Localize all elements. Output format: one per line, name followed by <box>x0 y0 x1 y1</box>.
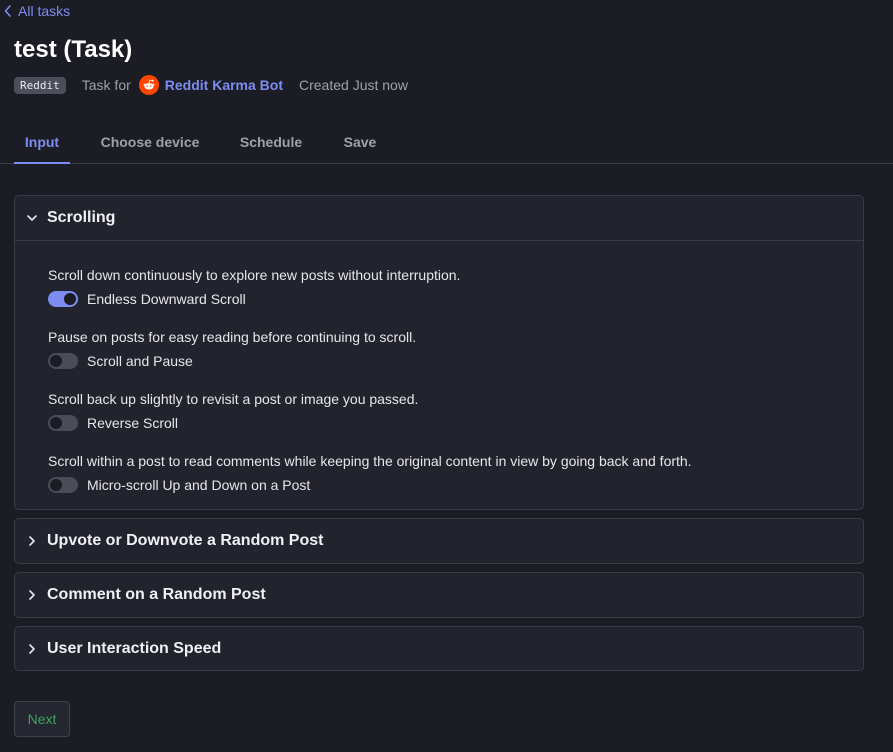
chevron-right-icon <box>29 590 35 600</box>
tab-save[interactable]: Save <box>334 120 386 164</box>
chevron-left-icon <box>4 5 11 17</box>
next-button[interactable]: Next <box>14 701 70 737</box>
option-description: Pause on posts for easy reading before c… <box>48 329 417 345</box>
section-title: Upvote or Downvote a Random Post <box>47 532 324 549</box>
section-vote-header[interactable]: Upvote or Downvote a Random Post <box>15 519 863 563</box>
tab-bar: Input Choose device Schedule Save <box>0 120 893 164</box>
option-micro-scroll: Scroll within a post to read comments wh… <box>48 451 863 511</box>
option-description: Scroll down continuously to explore new … <box>48 267 461 283</box>
all-tasks-label: All tasks <box>18 3 71 19</box>
scroll-and-pause-toggle[interactable] <box>48 353 78 369</box>
section-comment-header[interactable]: Comment on a Random Post <box>15 573 863 617</box>
created-time: Created Just now <box>299 77 408 93</box>
section-vote: Upvote or Downvote a Random Post <box>14 518 864 564</box>
option-endless-scroll: Scroll down continuously to explore new … <box>48 265 863 325</box>
bot-name-link[interactable]: Reddit Karma Bot <box>165 77 283 93</box>
endless-scroll-toggle[interactable] <box>48 291 78 307</box>
reddit-logo-icon <box>138 75 159 95</box>
section-title: Comment on a Random Post <box>47 586 266 603</box>
option-label: Reverse Scroll <box>87 415 179 431</box>
section-comment: Comment on a Random Post <box>14 572 864 618</box>
reverse-scroll-toggle[interactable] <box>48 415 78 431</box>
option-scroll-and-pause: Pause on posts for easy reading before c… <box>48 327 863 387</box>
chevron-right-icon <box>29 536 35 546</box>
option-description: Scroll back up slightly to revisit a pos… <box>48 391 419 407</box>
task-page: All tasks test (Task) Reddit Task for Re… <box>0 0 893 752</box>
section-title: Scrolling <box>47 209 116 226</box>
section-title: User Interaction Speed <box>47 640 222 657</box>
option-label: Micro-scroll Up and Down on a Post <box>87 477 311 493</box>
section-speed: User Interaction Speed <box>14 626 864 671</box>
page-title: test (Task) <box>14 36 133 63</box>
section-speed-header[interactable]: User Interaction Speed <box>15 627 863 671</box>
option-reverse-scroll: Scroll back up slightly to revisit a pos… <box>48 389 863 449</box>
section-scrolling-body: Scroll down continuously to explore new … <box>15 240 863 508</box>
tab-schedule[interactable]: Schedule <box>228 120 314 164</box>
option-label: Endless Downward Scroll <box>87 291 246 307</box>
option-label: Scroll and Pause <box>87 353 193 369</box>
tab-input[interactable]: Input <box>14 120 70 164</box>
task-for-label: Task for <box>81 77 131 93</box>
all-tasks-link[interactable]: All tasks <box>4 3 70 19</box>
section-scrolling-header[interactable]: Scrolling <box>15 196 863 240</box>
task-meta: Reddit Task for Reddit Karma Bot Created… <box>14 75 408 95</box>
micro-scroll-toggle[interactable] <box>48 477 78 493</box>
tab-choose-device[interactable]: Choose device <box>92 120 208 164</box>
chevron-down-icon <box>27 215 37 221</box>
section-scrolling: Scrolling Scroll down continuously to ex… <box>14 195 864 510</box>
option-description: Scroll within a post to read comments wh… <box>48 453 692 469</box>
platform-badge: Reddit <box>14 76 66 94</box>
chevron-right-icon <box>29 644 35 654</box>
